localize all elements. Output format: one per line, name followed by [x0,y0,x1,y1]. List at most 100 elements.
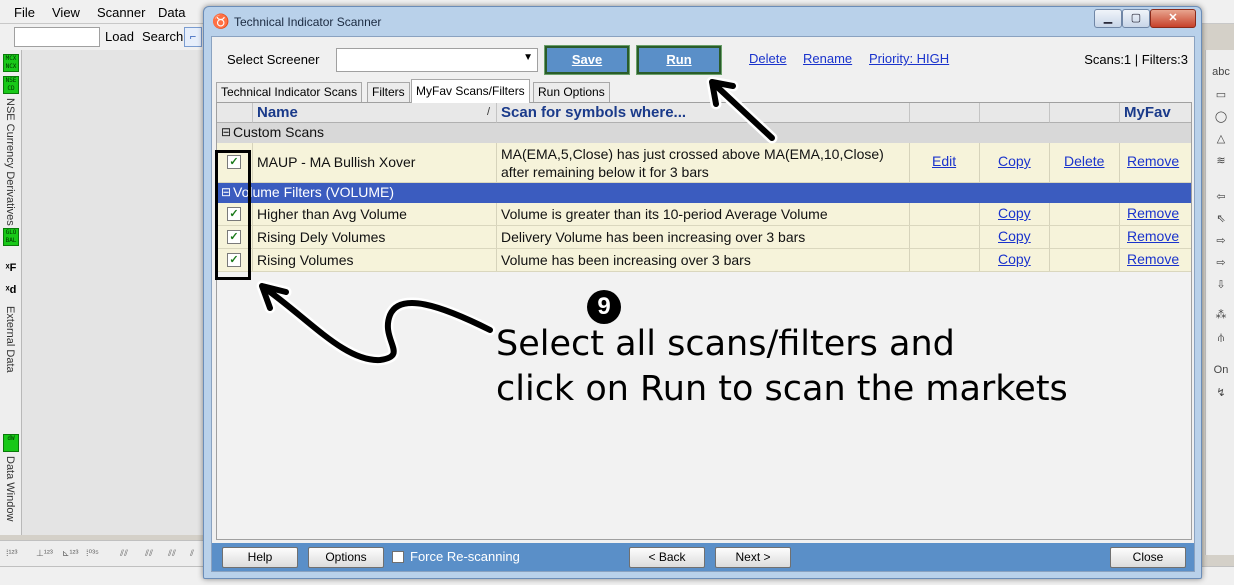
tab-filters[interactable]: Filters [367,82,410,102]
run-button[interactable]: Run [636,45,722,75]
step-number-badge: 9 [587,290,621,324]
dialog-titlebar[interactable]: ♉ Technical Indicator Scanner ▁ ▢ ✕ [204,7,1201,35]
load-button[interactable]: Load [105,29,134,44]
help-button[interactable]: Help [222,547,298,568]
gann-tool-icon[interactable]: ⁂ [1210,308,1232,326]
copy-cell: Copy [980,203,1050,225]
collapse-icon[interactable]: ⊟ [221,123,231,142]
back-button[interactable]: < Back [629,547,705,568]
menu-file[interactable]: File [14,5,35,20]
search-button[interactable]: Search [142,29,183,44]
remove-link[interactable]: Remove [1127,251,1179,267]
dialog-title: Technical Indicator Scanner [234,15,382,29]
force-rescan-label[interactable]: Force Re-scanning [410,549,520,564]
fan-tool-icon[interactable]: ⫽⫽ [168,548,176,559]
tab-run-options[interactable]: Run Options [533,82,610,102]
close-window-button[interactable]: ✕ [1150,9,1196,28]
tab-technical-indicator-scans[interactable]: Technical Indicator Scans [216,82,363,102]
copy-link[interactable]: Copy [998,205,1031,221]
triangle-tool-icon[interactable]: △ [1210,132,1232,150]
screener-select[interactable]: ▼ [336,48,538,72]
group-custom-scans[interactable]: ⊟ Custom Scans [217,123,1191,143]
mcx-badge-icon[interactable]: MCX NCX [3,54,19,72]
table-row[interactable]: ✓ MAUP - MA Bullish Xover MA(EMA,5,Close… [217,143,1191,183]
group-label: Custom Scans [233,124,325,140]
annotation-line: Select all scans/filters and [496,324,955,364]
drawing-tools-bar: ⁞¹²³ ⊥¹²³ ⊾¹²³ ⁞⁰³⁵ ⫽⫽ ⫽⫽ ⫽⫽ ⫽ [0,540,205,566]
chart-tool-icon[interactable]: ⌐ [184,27,202,47]
header-edit [910,103,980,123]
menu-data[interactable]: Data [158,5,185,20]
fan-tool-icon[interactable]: ⫽⫽ [145,548,153,559]
rename-link[interactable]: Rename [803,51,852,66]
header-checkbox [217,103,253,123]
group-volume-filters[interactable]: ⊟ Volume Filters (VOLUME) [217,183,1191,203]
next-button[interactable]: Next > [715,547,791,568]
swing-tool-icon[interactable]: ≋ [1210,154,1232,172]
edit-link[interactable]: Edit [932,153,956,169]
data-window-badge-icon[interactable]: dW [3,434,19,452]
external-data-label[interactable]: External Data [4,306,16,373]
priority-link[interactable]: Priority: HIGH [869,51,949,66]
maximize-button[interactable]: ▢ [1122,9,1150,28]
force-rescan-checkbox[interactable] [392,551,404,563]
left-side-panel: MCX NCX NSE CD NSE Currency Derivatives … [0,50,22,535]
save-button[interactable]: Save [544,45,630,75]
text-tool-icon[interactable]: abc [1210,66,1232,84]
remove-link[interactable]: Remove [1127,205,1179,221]
table-row[interactable]: ✓ Rising Dely Volumes Delivery Volume ha… [217,226,1191,249]
xf-icon[interactable]: ˣF [2,262,20,280]
tool-icon[interactable]: ⊥¹²³ [36,548,53,559]
nse-cd-badge-icon[interactable]: NSE CD [3,76,19,94]
xd-icon[interactable]: ˣd [2,284,20,302]
edit-cell [910,226,980,248]
tool-icon[interactable]: ⁞¹²³ [6,548,18,558]
delete-row-link[interactable]: Delete [1064,153,1104,169]
global-badge-icon[interactable]: GLO BAL [3,228,19,246]
symbol-input[interactable] [14,27,100,47]
menu-scanner[interactable]: Scanner [97,5,145,20]
chevron-down-icon[interactable]: ▼ [523,52,533,63]
ellipse-tool-icon[interactable]: ◯ [1210,110,1232,128]
header-name[interactable]: Name / [253,103,497,123]
myfav-cell: Remove [1120,249,1191,271]
delete-cell [1050,203,1120,225]
nse-currency-label[interactable]: NSE Currency Derivatives [4,98,16,226]
tool-icon[interactable]: ⊾¹²³ [62,548,79,559]
arrow-right-icon[interactable]: ⇨ [1210,234,1232,252]
rectangle-tool-icon[interactable]: ▭ [1210,88,1232,106]
remove-link[interactable]: Remove [1127,228,1179,244]
arrow-upleft-icon[interactable]: ⇖ [1210,212,1232,230]
tab-myfav-scans-filters[interactable]: MyFav Scans/Filters [411,79,530,103]
pitchfork-tool-icon[interactable]: ⫛ [1210,332,1232,350]
copy-link[interactable]: Copy [998,153,1031,169]
fan-tool-icon[interactable]: ⫽ [190,548,194,559]
main-toolbar: Load Search ⌐ [0,24,205,50]
copy-link[interactable]: Copy [998,228,1031,244]
copy-cell: Copy [980,226,1050,248]
minimize-button[interactable]: ▁ [1094,9,1122,28]
select-screener-label: Select Screener [227,52,320,67]
remove-link[interactable]: Remove [1127,153,1179,169]
data-window-label[interactable]: Data Window [4,456,16,521]
on-label[interactable]: On [1210,364,1232,382]
close-button[interactable]: Close [1110,547,1186,568]
arrow-left-icon[interactable]: ⇦ [1210,190,1232,208]
arrow-right-icon[interactable]: ⇨ [1210,256,1232,274]
sort-indicator-icon[interactable]: / [487,103,490,122]
options-button[interactable]: Options [308,547,384,568]
menu-view[interactable]: View [52,5,80,20]
table-row[interactable]: ✓ Higher than Avg Volume Volume is great… [217,203,1191,226]
table-row[interactable]: ✓ Rising Volumes Volume has been increas… [217,249,1191,272]
scan-name: MAUP - MA Bullish Xover [253,143,497,182]
cursor-tool-icon[interactable]: ↯ [1210,386,1232,404]
copy-link[interactable]: Copy [998,251,1031,267]
copy-cell: Copy [980,249,1050,271]
scan-name: Rising Volumes [253,249,497,271]
tool-icon[interactable]: ⁞⁰³⁵ [86,548,99,559]
annotation-line: click on Run to scan the markets [496,369,1068,409]
scan-grid: Name / Scan for symbols where... MyFav ⊟… [216,102,1192,540]
arrow-down-icon[interactable]: ⇩ [1210,278,1232,296]
delete-link[interactable]: Delete [749,51,787,66]
fan-tool-icon[interactable]: ⫽⫽ [120,548,128,559]
